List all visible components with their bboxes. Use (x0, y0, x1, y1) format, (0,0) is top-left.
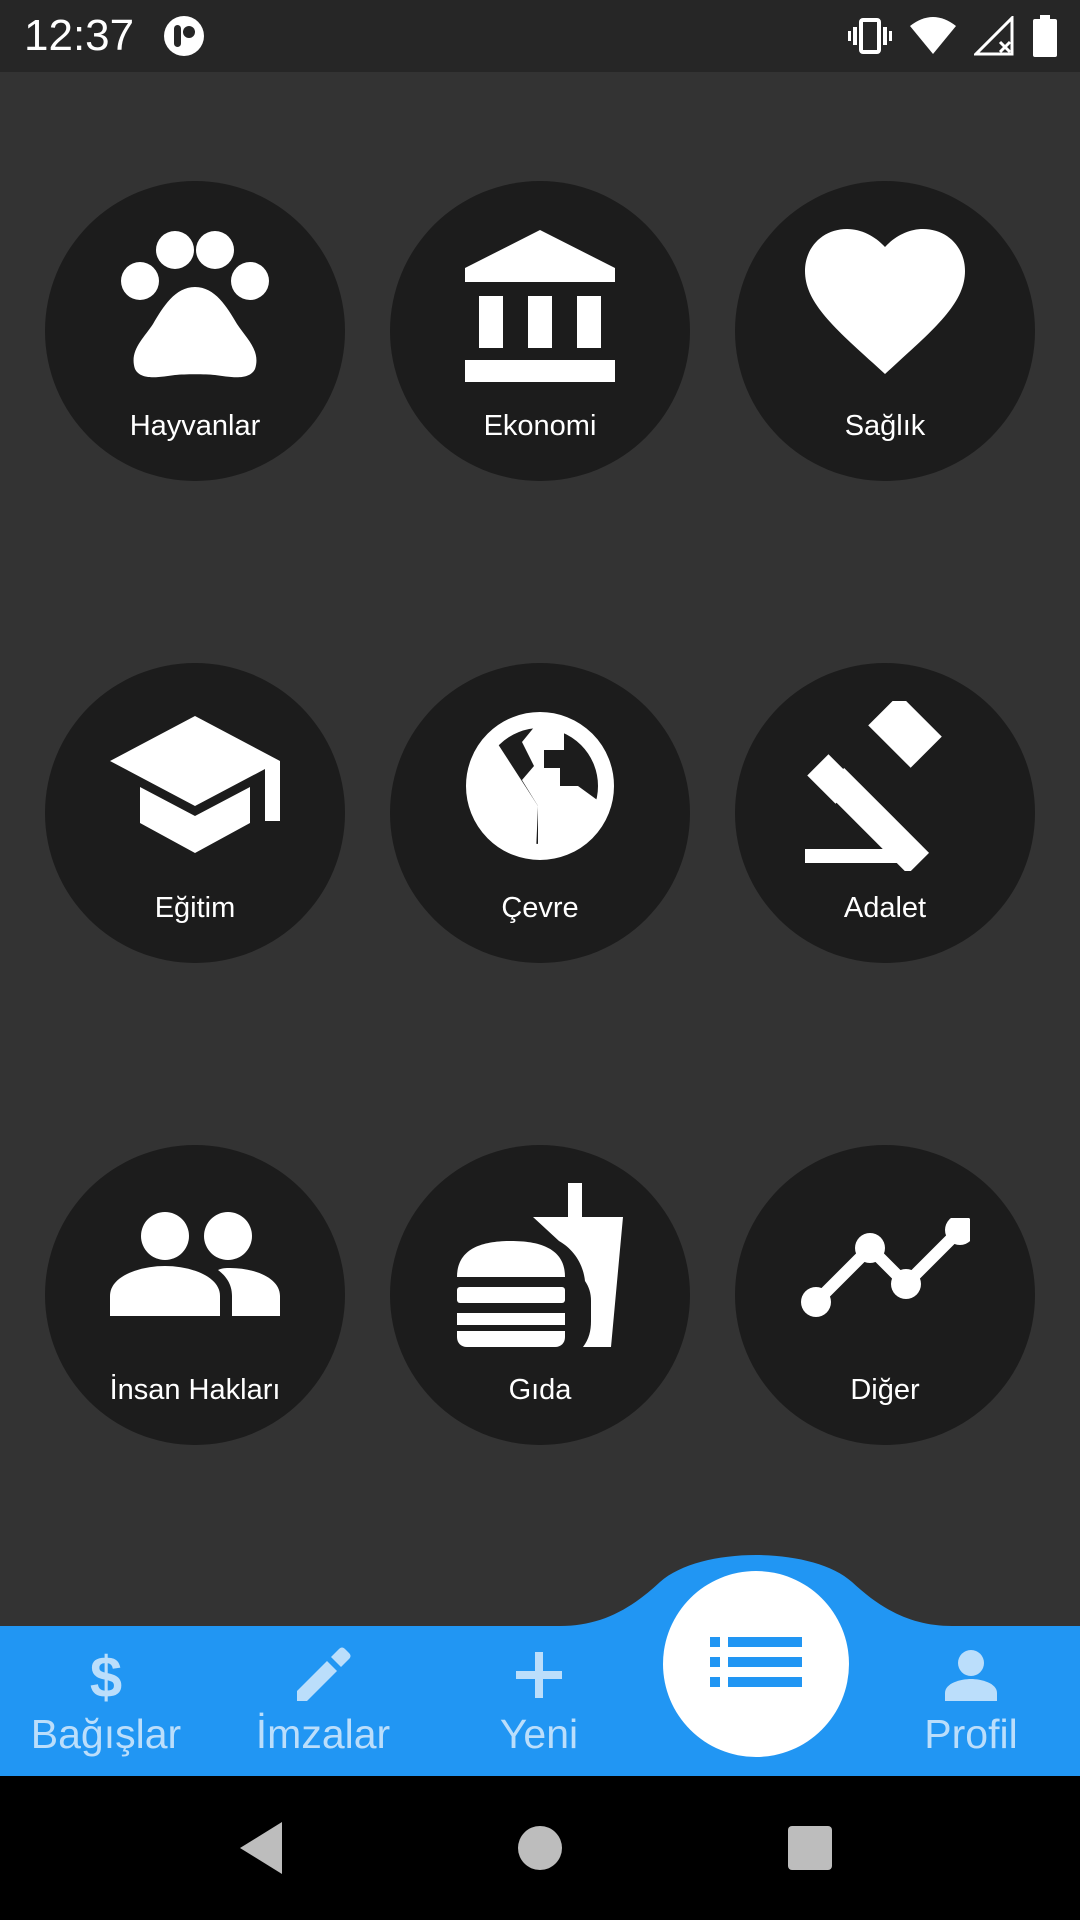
nav-bar-notch (560, 1555, 952, 1640)
plus-icon (439, 1640, 639, 1710)
heart-icon (800, 219, 970, 389)
status-time: 12:37 (24, 11, 135, 60)
status-bar: 12:37 (0, 0, 1080, 72)
category-saglik[interactable]: Sağlık (735, 181, 1035, 481)
fastfood-icon (455, 1183, 625, 1353)
category-label: Hayvanlar (129, 410, 261, 442)
battery-icon (1033, 15, 1057, 57)
nav-item-imzalar[interactable]: İmzalar (223, 1640, 423, 1760)
category-gida[interactable]: Gıda (390, 1145, 690, 1445)
paw-icon (110, 219, 280, 389)
category-diger[interactable]: Diğer (735, 1145, 1035, 1445)
nav-item-bagislar[interactable]: $ Bağışlar (6, 1640, 206, 1760)
app-notification-icon (164, 16, 204, 56)
category-hayvanlar[interactable]: Hayvanlar (45, 181, 345, 481)
category-ekonomi[interactable]: Ekonomi (390, 181, 690, 481)
people-icon (110, 1183, 280, 1353)
category-label: İnsan Hakları (109, 1374, 281, 1406)
category-label: Gıda (508, 1374, 572, 1406)
category-label: Eğitim (154, 892, 236, 924)
category-label: Adalet (843, 892, 927, 924)
category-label: Ekonomi (483, 410, 597, 442)
home-icon[interactable] (508, 1816, 572, 1880)
wifi-icon (910, 17, 956, 54)
pencil-icon (223, 1640, 423, 1710)
person-icon (871, 1640, 1071, 1710)
nav-label: Profil (924, 1711, 1018, 1757)
category-label: Sağlık (844, 410, 926, 442)
recents-icon[interactable] (778, 1816, 842, 1880)
category-egitim[interactable]: Eğitim (45, 663, 345, 963)
screen: 12:37 Hayvanlar Ekonomi Sağlık Eğitim Çe… (0, 0, 1080, 1920)
nav-item-profil[interactable]: Profil (871, 1640, 1071, 1760)
category-insan-haklari[interactable]: İnsan Hakları (45, 1145, 345, 1445)
category-label: Çevre (501, 892, 579, 924)
trending-icon (800, 1183, 970, 1353)
gavel-icon (800, 701, 970, 871)
category-label: Diğer (850, 1374, 920, 1406)
category-adalet[interactable]: Adalet (735, 663, 1035, 963)
system-nav-bar (0, 1776, 1080, 1920)
vibrate-icon (848, 18, 892, 54)
back-icon[interactable] (236, 1816, 300, 1880)
status-icons (848, 12, 1058, 60)
cellular-signal-icon (974, 16, 1014, 56)
category-cevre[interactable]: Çevre (390, 663, 690, 963)
globe-icon (455, 701, 625, 871)
bank-icon (455, 219, 625, 389)
nav-label: Yeni (499, 1711, 579, 1757)
svg-text:$: $ (90, 1647, 122, 1703)
nav-item-yeni[interactable]: Yeni (439, 1640, 639, 1760)
list-icon (710, 1636, 802, 1692)
category-list-button[interactable] (663, 1571, 849, 1757)
graduation-cap-icon (110, 701, 280, 871)
nav-label: İmzalar (255, 1711, 391, 1757)
nav-label: Bağışlar (30, 1711, 182, 1757)
dollar-icon: $ (6, 1640, 206, 1710)
